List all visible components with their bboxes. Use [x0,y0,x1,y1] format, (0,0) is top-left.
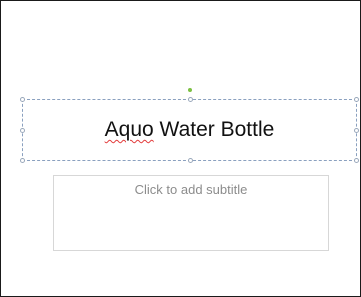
title-text-rest: Water Bottle [153,118,275,141]
slide-title[interactable]: Aquo Water Bottle [22,99,357,161]
slide-canvas: Aquo Water Bottle Click to add subtitle [0,0,361,297]
subtitle-placeholder[interactable]: Click to add subtitle [53,175,329,251]
slide[interactable]: Aquo Water Bottle Click to add subtitle [0,0,361,297]
rotate-handle[interactable] [188,88,192,92]
subtitle-placeholder-text: Click to add subtitle [134,182,248,197]
title-misspelled-word: Aquo [104,118,154,141]
